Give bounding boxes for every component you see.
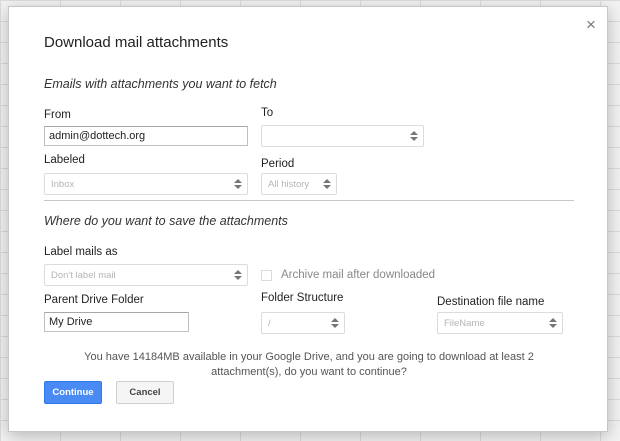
labeled-select[interactable]: Inbox bbox=[44, 173, 248, 195]
dest-filename-select[interactable]: FileName bbox=[437, 312, 563, 334]
folder-structure-select[interactable]: / bbox=[261, 312, 345, 334]
parent-folder-input[interactable]: My Drive bbox=[44, 312, 189, 332]
to-select[interactable] bbox=[261, 125, 424, 147]
dialog-title: Download mail attachments bbox=[44, 34, 229, 51]
from-label: From bbox=[44, 109, 71, 121]
up-down-arrows-icon bbox=[234, 177, 242, 191]
folder-structure-select-value: / bbox=[268, 318, 271, 329]
up-down-arrows-icon bbox=[323, 177, 331, 191]
to-label: To bbox=[261, 107, 274, 119]
close-icon[interactable]: × bbox=[583, 16, 599, 33]
dest-filename-select-value: FileName bbox=[444, 318, 485, 329]
storage-notice: You have 14184MB available in your Googl… bbox=[84, 351, 534, 378]
labeled-select-value: Inbox bbox=[51, 179, 75, 190]
period-label: Period bbox=[261, 158, 295, 170]
archive-checkbox[interactable] bbox=[261, 270, 272, 281]
save-section-heading: Where do you want to save the attachment… bbox=[44, 214, 288, 228]
up-down-arrows-icon bbox=[549, 316, 557, 330]
label-mails-label: Label mails as bbox=[44, 246, 118, 258]
period-select[interactable]: All history bbox=[261, 173, 337, 195]
folder-structure-label: Folder Structure bbox=[261, 292, 344, 304]
fetch-section-heading: Emails with attachments you want to fetc… bbox=[44, 77, 277, 91]
section-divider bbox=[44, 200, 574, 201]
parent-folder-label: Parent Drive Folder bbox=[44, 294, 144, 306]
continue-button[interactable]: Continue bbox=[44, 381, 102, 404]
label-mails-select-value: Don't label mail bbox=[51, 270, 116, 281]
download-attachments-dialog: Download mail attachments × Emails with … bbox=[8, 6, 608, 432]
period-select-value: All history bbox=[268, 179, 310, 190]
up-down-arrows-icon bbox=[234, 268, 242, 282]
cancel-button[interactable]: Cancel bbox=[116, 381, 174, 404]
dest-filename-label: Destination file name bbox=[437, 296, 545, 308]
label-mails-select[interactable]: Don't label mail bbox=[44, 264, 248, 286]
archive-label: Archive mail after downloaded bbox=[281, 269, 436, 281]
up-down-arrows-icon bbox=[410, 129, 418, 143]
up-down-arrows-icon bbox=[331, 316, 339, 330]
labeled-label: Labeled bbox=[44, 154, 85, 166]
from-input[interactable]: admin@dottech.org bbox=[44, 126, 248, 146]
